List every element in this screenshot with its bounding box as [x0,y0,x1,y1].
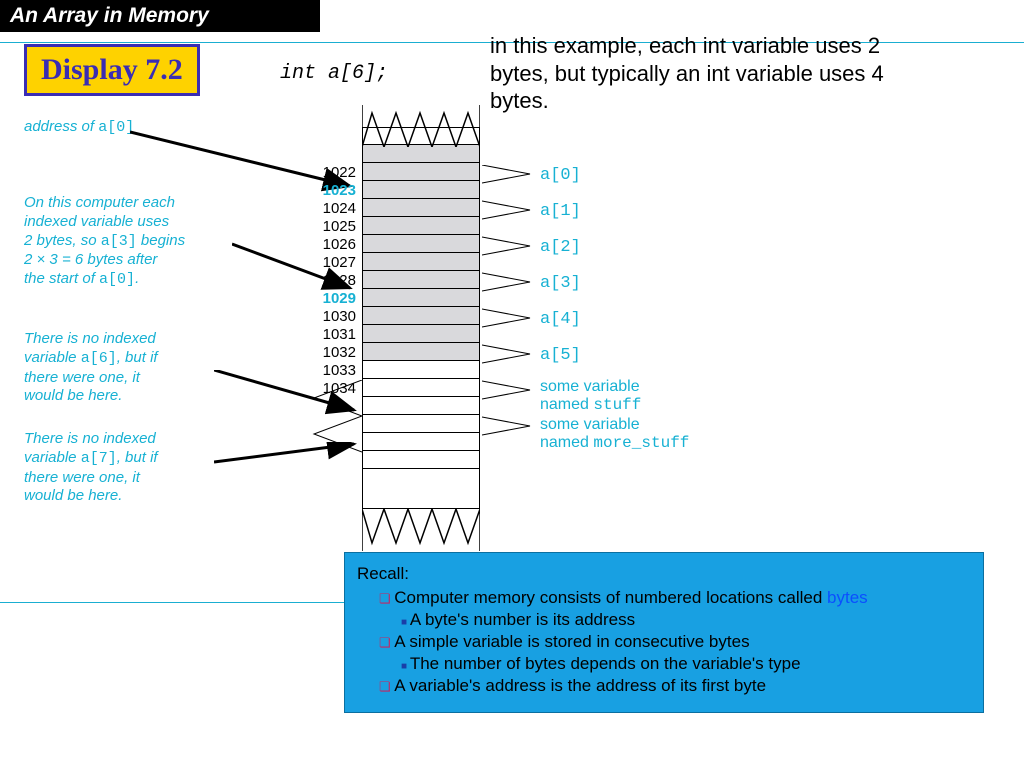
recall-subitem: The number of bytes depends on the varia… [401,653,971,675]
var-stuff: some variable named stuff [540,378,641,415]
elem-a4: a[4] [540,310,581,329]
address-value: 1028 [314,272,356,290]
recall-box: Recall: Computer memory consists of numb… [344,552,984,713]
recall-header: Recall: [357,563,971,585]
address-value: 1023 [314,182,356,200]
elem-a0: a[0] [540,166,581,185]
address-value: 1032 [314,344,356,362]
caption-note: in this example, each int variable uses … [490,32,920,115]
elem-a5: a[5] [540,346,581,365]
note-a6: There is no indexed variable a[6], but i… [24,330,224,406]
address-value: 1031 [314,326,356,344]
elem-a1: a[1] [540,202,581,221]
note-a7: There is no indexed variable a[7], but i… [24,430,224,506]
zigzag-bottom-icon [362,509,480,531]
recall-item: A variable's address is the address of i… [379,675,971,697]
array-declaration: int a[6]; [280,62,388,85]
left-braces [308,380,362,500]
memory-stack [362,105,480,531]
recall-subitem: A byte's number is its address [401,609,971,631]
address-value: 1026 [314,236,356,254]
address-value: 1029 [314,290,356,308]
address-value: 1022 [314,164,356,182]
note-two-bytes: On this computer each indexed variable u… [24,194,254,290]
address-value: 1027 [314,254,356,272]
recall-item: A simple variable is stored in consecuti… [379,631,971,675]
address-value: 1030 [314,308,356,326]
address-value: 1033 [314,362,356,380]
address-value: 1025 [314,218,356,236]
display-badge: Display 7.2 [24,44,200,96]
recall-item: Computer memory consists of numbered loc… [379,587,971,631]
elem-a3: a[3] [540,274,581,293]
var-more-stuff: some variable named more_stuff [540,416,689,453]
right-braces [482,165,536,505]
zigzag-top-icon [362,105,480,127]
page-title: An Array in Memory [0,0,320,32]
elem-a2: a[2] [540,238,581,257]
address-value: 1024 [314,200,356,218]
address-column: 1022102310241025102610271028102910301031… [314,164,356,398]
